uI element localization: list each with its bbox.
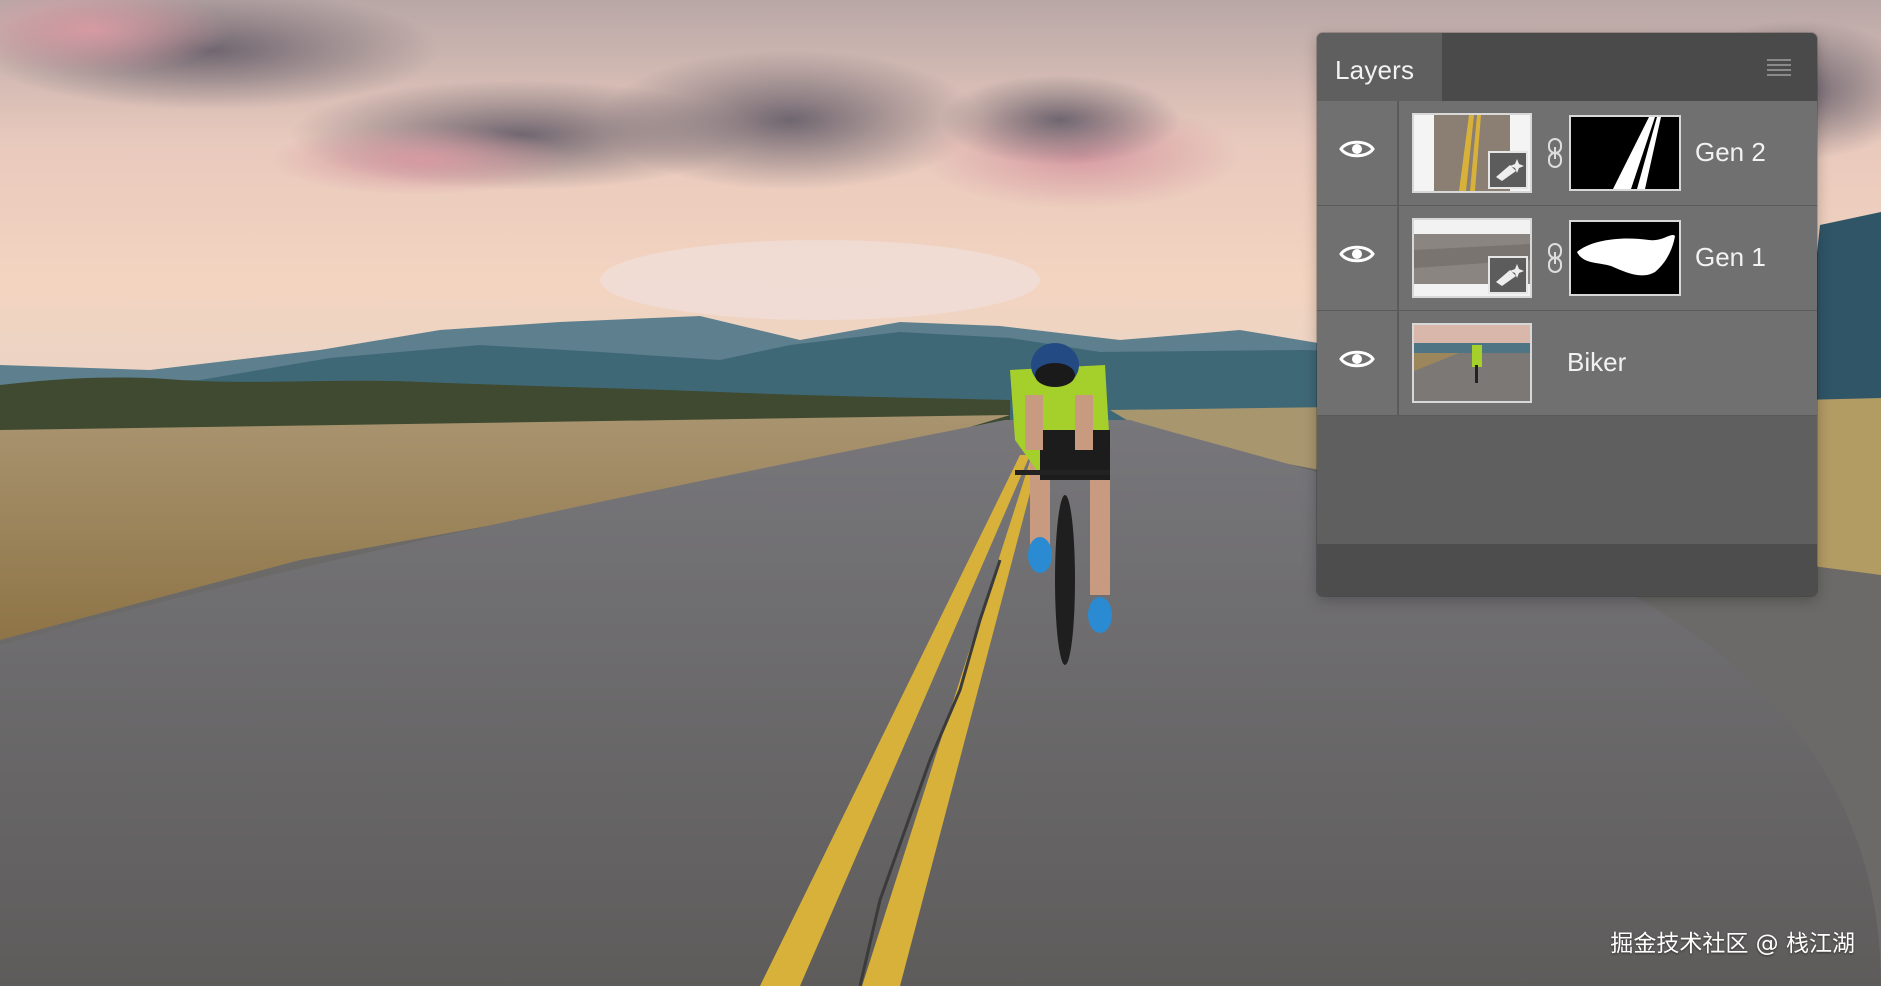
layer-row-gen-1[interactable]: Gen 1 [1317,206,1817,311]
visibility-toggle[interactable] [1317,206,1399,310]
layer-thumbnail[interactable] [1412,218,1532,298]
tab-layers[interactable]: Layers [1317,33,1442,101]
panel-header: Layers [1317,33,1817,101]
generative-badge-icon [1488,151,1528,189]
layer-mask-thumbnail[interactable] [1569,115,1681,191]
layer-name[interactable]: Gen 2 [1695,137,1766,168]
panel-footer [1317,544,1817,596]
link-icon[interactable] [1546,242,1564,274]
layer-thumbnail[interactable] [1412,113,1532,193]
layer-mask-thumbnail[interactable] [1569,220,1681,296]
layer-list-empty-area [1317,416,1817,544]
watermark: 掘金技术社区 @ 栈江湖 [1610,931,1855,957]
layers-panel: Layers Gen 2 Gen 1 Biker [1317,33,1817,596]
eye-icon [1339,140,1375,158]
hamburger-menu-icon[interactable] [1767,59,1791,77]
panel-title: Layers [1335,55,1415,85]
layer-name[interactable]: Gen 1 [1695,242,1766,273]
eye-icon [1339,350,1375,368]
layer-thumbnail[interactable] [1412,323,1532,403]
generative-badge-icon [1488,256,1528,294]
layer-row-biker[interactable]: Biker [1317,311,1817,416]
layer-list: Gen 2 Gen 1 Biker [1317,101,1817,416]
link-icon[interactable] [1546,137,1564,169]
visibility-toggle[interactable] [1317,311,1399,415]
layer-row-gen-2[interactable]: Gen 2 [1317,101,1817,206]
layer-name[interactable]: Biker [1567,347,1626,378]
visibility-toggle[interactable] [1317,101,1399,205]
eye-icon [1339,245,1375,263]
